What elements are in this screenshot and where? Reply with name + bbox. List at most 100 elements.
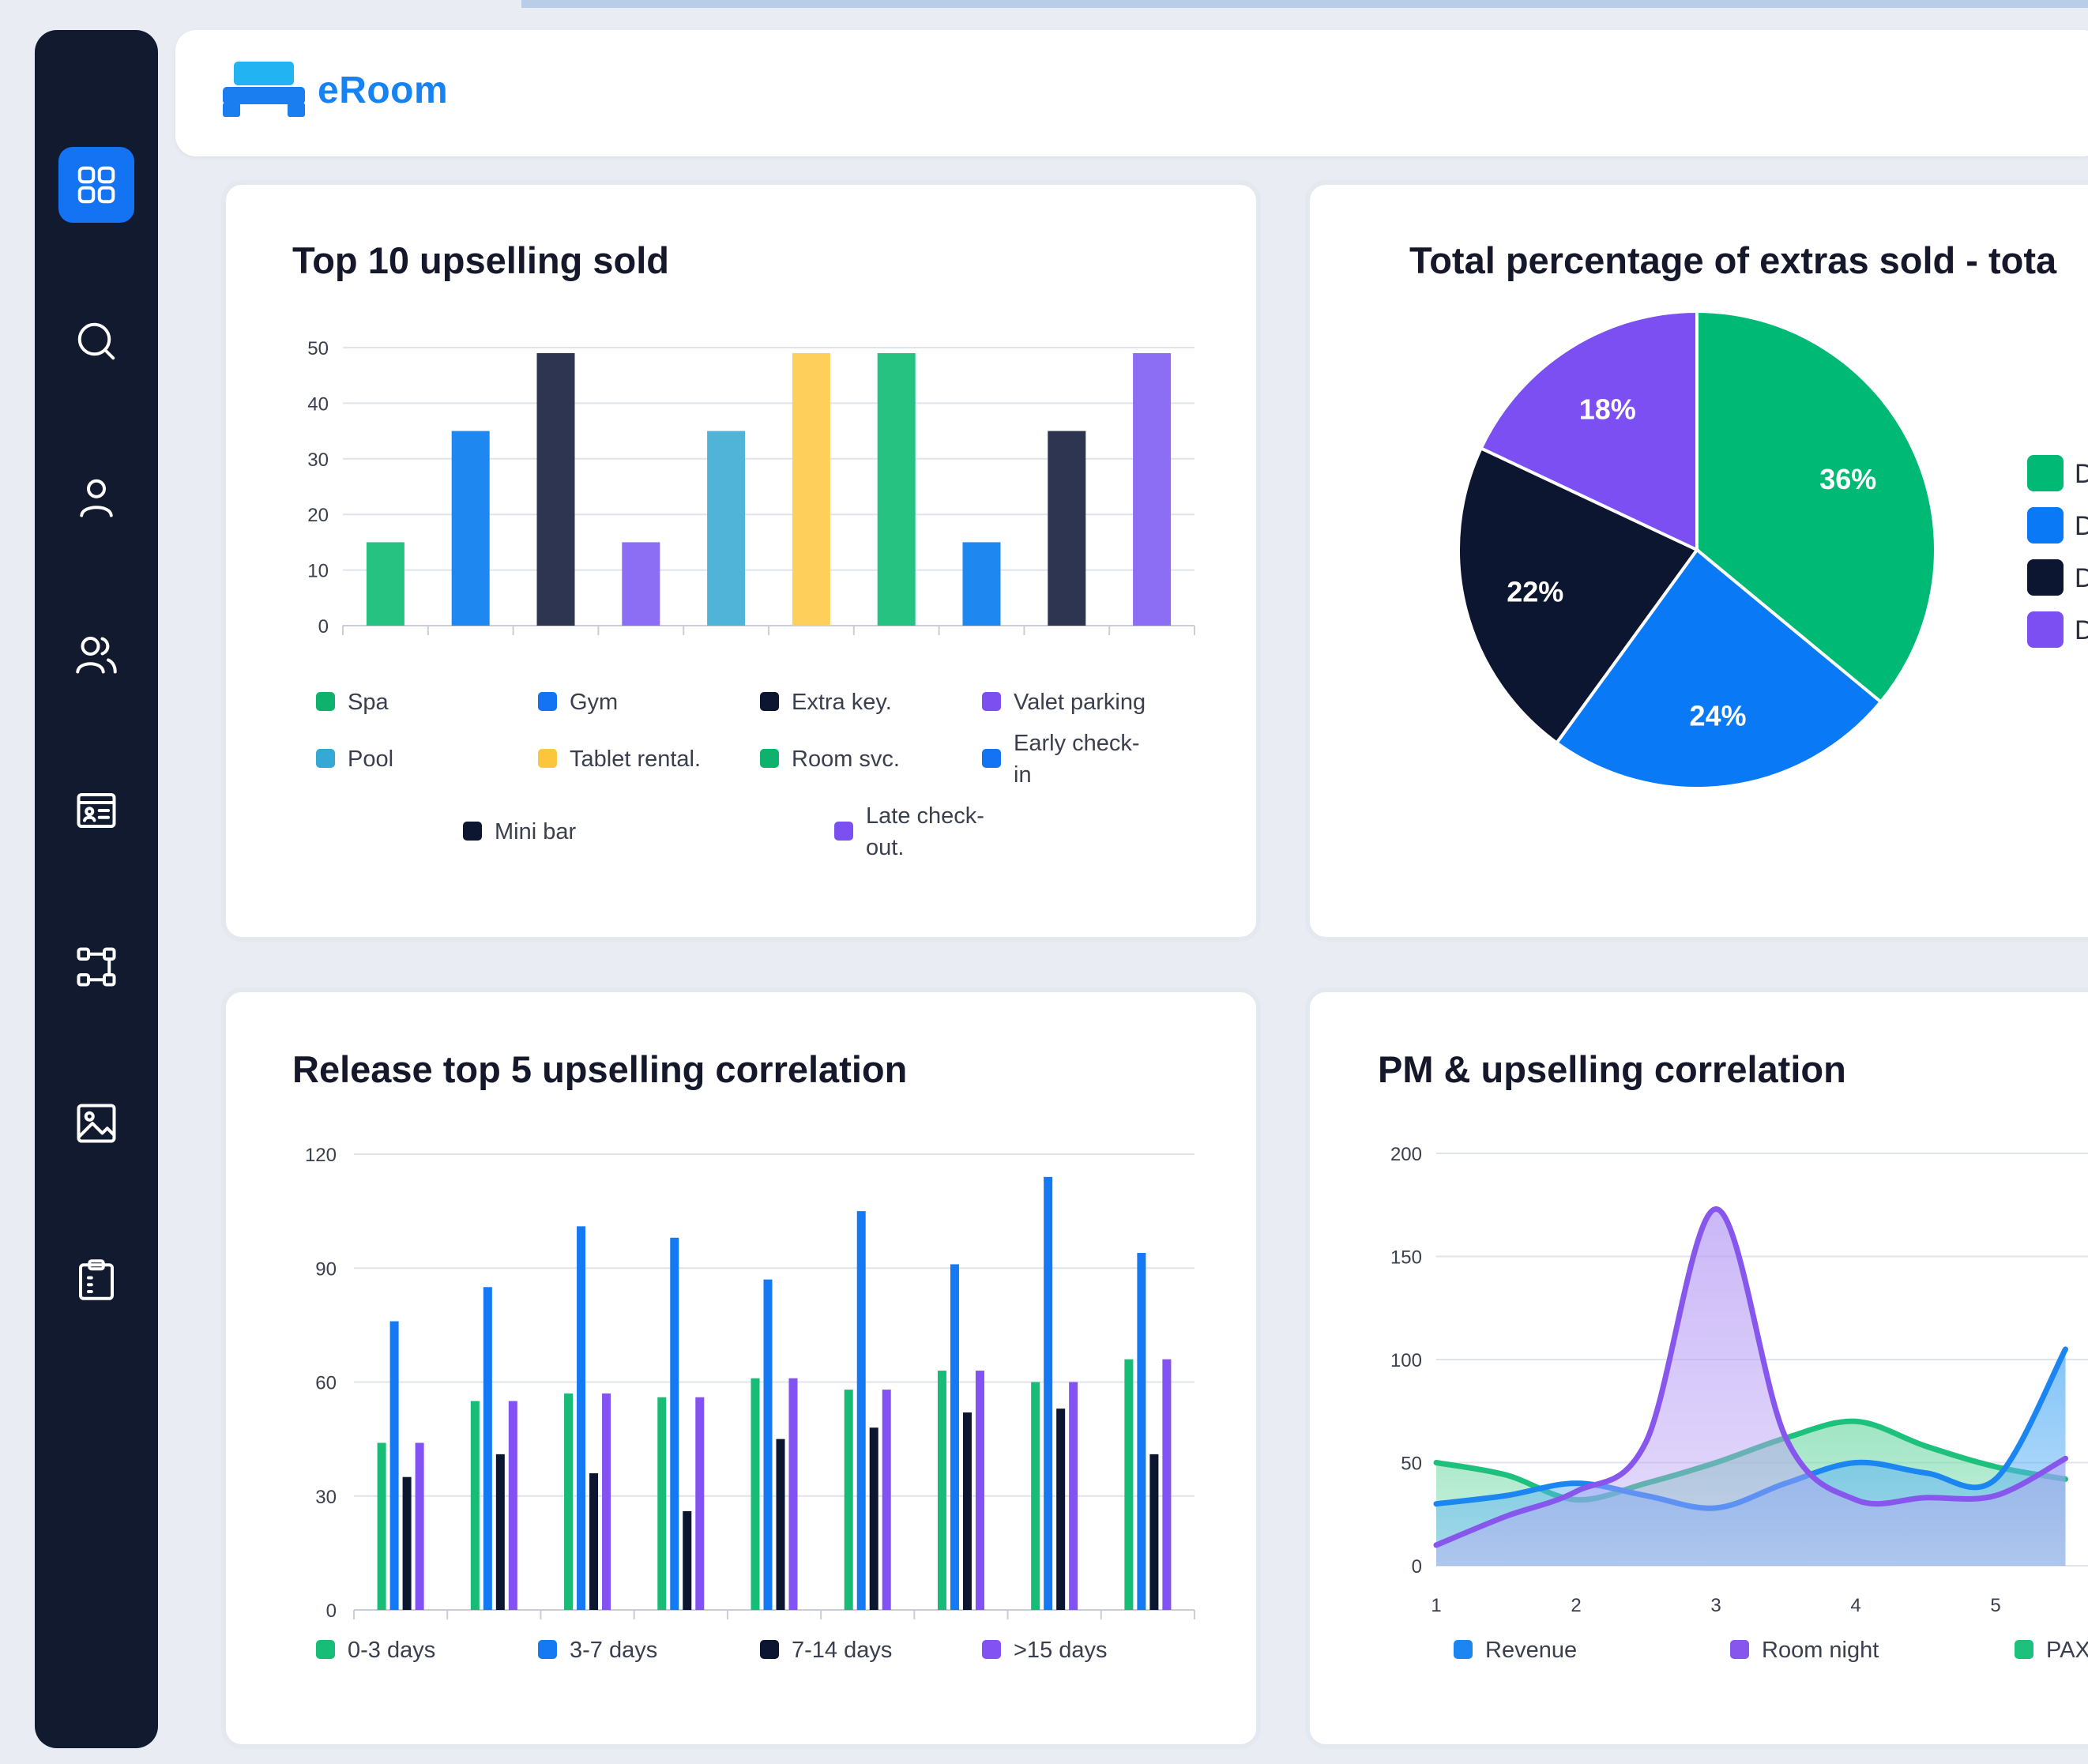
- pie-slice-label: 36%: [1819, 463, 1876, 495]
- bar: [470, 1401, 480, 1610]
- sidebar: [35, 30, 158, 1748]
- legend-item-label: Revenue: [1485, 1638, 1577, 1663]
- workflow-icon: [77, 947, 116, 987]
- pie-slice-label: 22%: [1507, 576, 1563, 608]
- nav-dashboard[interactable]: [58, 147, 134, 223]
- card-release-correlation: Release top 5 upselling correlation 0 30 6…: [221, 987, 1261, 1749]
- bar: [602, 1393, 611, 1610]
- image-icon: [77, 1104, 116, 1143]
- legend-item-swatch: [538, 692, 557, 711]
- legend-item-label: 7-14 days: [792, 1638, 892, 1663]
- y-tick-label: 40: [307, 393, 329, 415]
- card-extras-percentage: Total percentage of extras sold - tota 3…: [1305, 180, 2088, 942]
- nav-user[interactable]: [58, 460, 134, 536]
- bar: [483, 1287, 492, 1610]
- bar-spa: [366, 542, 404, 626]
- legend-item-label: 3-7 days: [570, 1638, 657, 1663]
- legend-item-swatch: [760, 749, 779, 768]
- x-tick-label: 1: [1431, 1595, 1441, 1616]
- bar: [670, 1237, 679, 1610]
- legend-item-label: 0-3 days: [348, 1638, 435, 1663]
- legend-item-swatch: [2015, 1640, 2033, 1659]
- y-tick-label: 90: [315, 1258, 337, 1280]
- nav-clipboard[interactable]: [58, 1242, 134, 1318]
- bar: [962, 1412, 972, 1610]
- nav-gallery[interactable]: [58, 1085, 134, 1161]
- bar: [763, 1279, 773, 1610]
- bar-tablet-rental-: [792, 353, 830, 626]
- release-grouped-bar-chart: 0 30 60 90 120 0-3 days 3-7 days 7-14 days >15 d…: [305, 1145, 1195, 1663]
- legend-swatch: [2027, 611, 2064, 648]
- legend-item-swatch: [316, 692, 335, 711]
- legend-swatch: [2027, 455, 2064, 491]
- legend-item-swatch: [982, 749, 1001, 768]
- legend-item-swatch: [463, 822, 482, 841]
- nav-search[interactable]: [58, 303, 134, 379]
- top10-bar-chart: 0 10 20 30 40 50 Spa Gym Extra key. Valet parking…: [307, 338, 1195, 860]
- bar-gym: [451, 431, 490, 626]
- bar: [402, 1476, 412, 1610]
- bar: [776, 1439, 785, 1610]
- y-tick-label: 0: [318, 616, 329, 638]
- legend-item-label: Tablet rental.: [570, 747, 701, 772]
- legend-item-label: Pool: [348, 747, 393, 772]
- bar: [788, 1378, 798, 1610]
- legend-item-swatch: [1730, 1640, 1749, 1659]
- x-tick-label: 4: [1850, 1595, 1860, 1616]
- legend-item-swatch: [316, 1640, 335, 1659]
- legend-item-label: Gym: [570, 690, 618, 715]
- app-name: eRoom: [318, 69, 449, 111]
- y-tick-label: 10: [307, 561, 329, 582]
- bar: [1124, 1359, 1134, 1610]
- x-tick-label: 2: [1571, 1595, 1581, 1616]
- top-strip: [521, 0, 2088, 8]
- y-tick-label: 200: [1390, 1144, 1422, 1165]
- legend-item-swatch: [538, 749, 557, 768]
- legend-item-label: Room night: [1762, 1638, 1879, 1663]
- users-icon: [76, 637, 117, 674]
- bar: [1137, 1253, 1146, 1610]
- y-tick-label: 0: [326, 1600, 337, 1622]
- bar: [564, 1393, 574, 1610]
- card-pm-correlation: PM & upselling correlation 0 50 100 150 200 1…: [1305, 987, 2088, 1749]
- card-top10-upselling: Top 10 upselling sold 0 10 20 30 40 50 Spa Gym E…: [221, 180, 1261, 942]
- legend-label: D: [2075, 511, 2088, 541]
- legend-item-swatch: [834, 822, 853, 841]
- nav-id-card[interactable]: [58, 773, 134, 848]
- nav-workflow[interactable]: [58, 929, 134, 1005]
- bar: [1149, 1454, 1159, 1610]
- pm-area-chart: 0 50 100 150 200 1 2 3 4 5 Revenue Room night PAX: [1390, 1144, 2088, 1663]
- search-icon: [77, 322, 115, 360]
- x-tick-label: 3: [1710, 1595, 1721, 1616]
- y-tick-label: 60: [315, 1373, 337, 1394]
- legend-item-label: Valet parking: [1014, 690, 1146, 715]
- bar: [589, 1473, 599, 1610]
- legend-item-swatch: [1454, 1640, 1473, 1659]
- bar-pool: [707, 431, 746, 626]
- bar-room-svc-: [877, 353, 916, 626]
- bar: [389, 1321, 399, 1610]
- legend-item-swatch: [982, 692, 1001, 711]
- legend-item-label: Late check-: [866, 803, 984, 829]
- legend-swatch: [2027, 559, 2064, 596]
- bar: [882, 1390, 891, 1610]
- y-tick-label: 150: [1390, 1247, 1422, 1269]
- bar-valet-parking: [622, 542, 660, 626]
- y-tick-label: 30: [315, 1487, 337, 1508]
- legend-item-swatch: [538, 1640, 557, 1659]
- bar: [508, 1401, 517, 1610]
- bar: [937, 1371, 946, 1610]
- bar: [377, 1442, 386, 1610]
- brand-logo[interactable]: eRoom: [223, 62, 448, 118]
- bar-mini-bar: [1048, 431, 1086, 626]
- bar: [975, 1371, 984, 1610]
- legend-item-label: PAX: [2046, 1638, 2088, 1663]
- bar: [844, 1390, 853, 1610]
- legend-item-label: Spa: [348, 690, 389, 715]
- bar: [1031, 1382, 1040, 1610]
- nav-users[interactable]: [58, 616, 134, 692]
- y-tick-label: 0: [1412, 1556, 1422, 1578]
- bar: [1056, 1409, 1066, 1610]
- legend-label: D: [2075, 563, 2088, 593]
- legend-label: D: [2075, 459, 2088, 489]
